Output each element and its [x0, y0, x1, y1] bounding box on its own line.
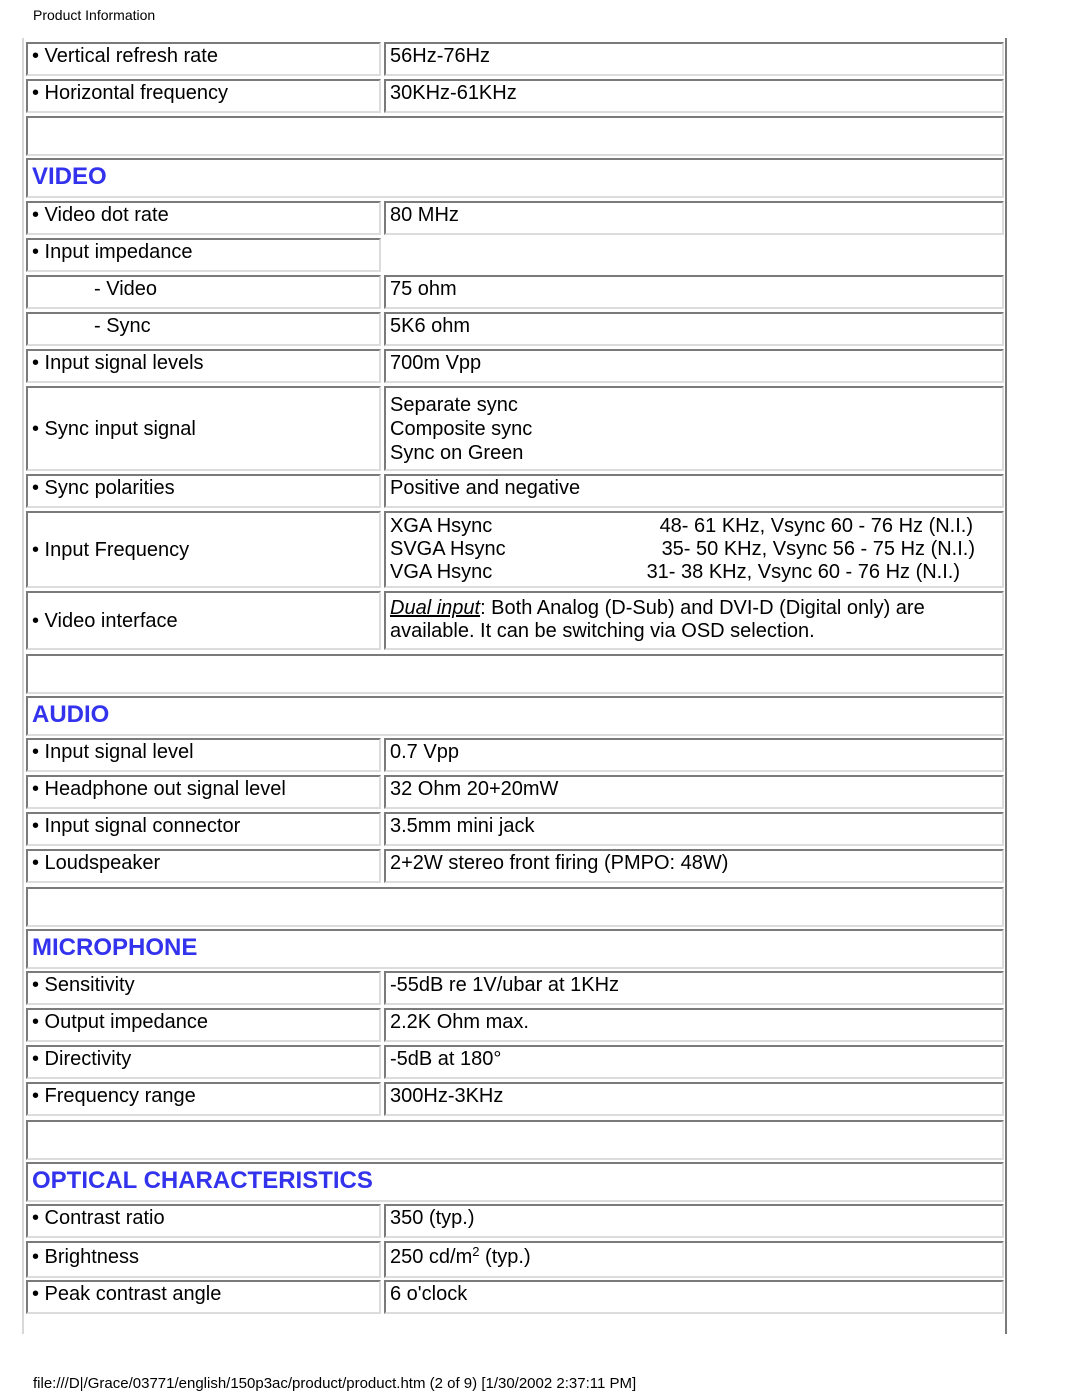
section-heading-audio: AUDIO [26, 696, 1004, 736]
spec-label: • Video dot rate [26, 201, 381, 235]
spec-label: • Sensitivity [26, 971, 381, 1005]
spec-label: • Input signal levels [26, 349, 381, 383]
spec-label: • Loudspeaker [26, 849, 381, 883]
spec-value: 3.5mm mini jack [384, 812, 1004, 846]
spec-label: • Peak contrast angle [26, 1280, 381, 1314]
section-heading-optical: OPTICAL CHARACTERISTICS [26, 1162, 1004, 1202]
spec-label: • Directivity [26, 1045, 381, 1079]
spec-value: Dual input: Both Analog (D-Sub) and DVI-… [384, 591, 1004, 650]
spec-label: • Brightness [26, 1241, 381, 1278]
spec-value: 2.2K Ohm max. [384, 1008, 1004, 1042]
spec-value: 300Hz-3KHz [384, 1082, 1004, 1116]
spec-value: 75 ohm [384, 275, 1004, 309]
spec-value: 30KHz-61KHz [384, 79, 1004, 113]
spacer-row [26, 887, 1004, 927]
spec-value: 350 (typ.) [384, 1204, 1004, 1238]
spec-value: 700m Vpp [384, 349, 1004, 383]
frequency-row: SVGA Hsync 35- 50 KHz, Vsync 56 - 75 Hz (… [390, 538, 975, 560]
spec-value: 6 o'clock [384, 1280, 1004, 1314]
section-heading-video: VIDEO [26, 158, 1004, 198]
spec-label: • Vertical refresh rate [26, 42, 381, 76]
spec-label: • Horizontal frequency [26, 79, 381, 113]
spec-label: • Headphone out signal level [26, 775, 381, 809]
page-footer: file:///D|/Grace/03771/english/150p3ac/p… [33, 1375, 637, 1392]
spec-value: -5dB at 180° [384, 1045, 1004, 1079]
spec-sublabel: - Sync [26, 312, 381, 346]
spec-label: • Frequency range [26, 1082, 381, 1116]
spec-label: • Input signal level [26, 738, 381, 772]
spec-value: 56Hz-76Hz [384, 42, 1004, 76]
spec-label: • Contrast ratio [26, 1204, 381, 1238]
sync-type: Composite sync [390, 418, 533, 440]
spec-value: 32 Ohm 20+20mW [384, 775, 1004, 809]
dual-input-link[interactable]: Dual input [390, 597, 480, 619]
spec-label: • Input impedance [26, 238, 381, 272]
frequency-table: XGA Hsync 48- 61 KHz, Vsync 60 - 76 Hz (N… [384, 511, 1004, 588]
spec-value: 80 MHz [384, 201, 1004, 235]
spec-label: • Sync input signal [26, 386, 381, 471]
sync-type: Sync on Green [390, 442, 524, 464]
spacer-row [26, 116, 1004, 156]
spec-label: • Input Frequency [26, 511, 381, 588]
spec-label: • Output impedance [26, 1008, 381, 1042]
spec-value: 250 cd/m2 (typ.) [384, 1241, 1004, 1278]
spacer-row [26, 654, 1004, 694]
spec-value: 0.7 Vpp [384, 738, 1004, 772]
page-header: Product Information [33, 7, 156, 23]
spec-value: 5K6 ohm [384, 312, 1004, 346]
frequency-row: XGA Hsync 48- 61 KHz, Vsync 60 - 76 Hz (N… [390, 515, 973, 537]
spacer-row [26, 1120, 1004, 1160]
spec-label: • Input signal connector [26, 812, 381, 846]
spec-label: • Video interface [26, 591, 381, 650]
spec-value: 2+2W stereo front firing (PMPO: 48W) [384, 849, 1004, 883]
section-heading-microphone: MICROPHONE [26, 929, 1004, 969]
frequency-row: VGA Hsync 31- 38 KHz, Vsync 60 - 76 Hz (N… [390, 561, 960, 583]
spec-label: • Sync polarities [26, 474, 381, 508]
spec-sublabel: - Video [26, 275, 381, 309]
spec-value: -55dB re 1V/ubar at 1KHz [384, 971, 1004, 1005]
sync-type: Separate sync [390, 394, 518, 416]
spec-value-list: Separate sync Composite sync Sync on Gre… [384, 386, 1004, 471]
spec-value: Positive and negative [384, 474, 1004, 508]
